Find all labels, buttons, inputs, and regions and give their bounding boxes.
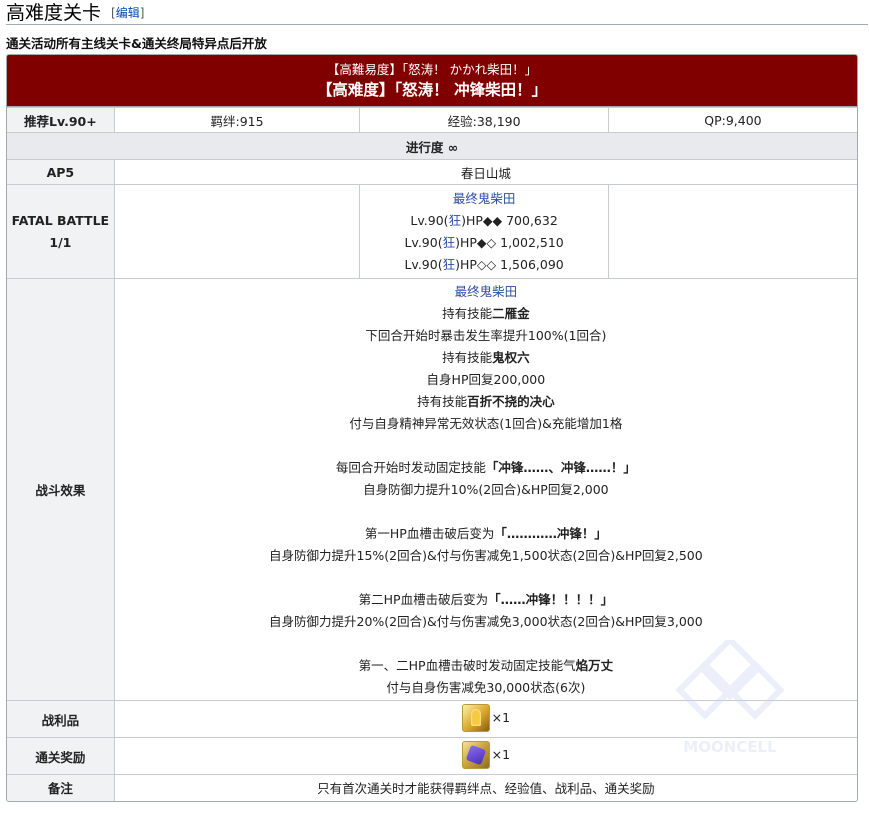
skill-3: 持有技能百折不挠的决心 (417, 393, 555, 409)
edit-link[interactable]: 编辑 (116, 6, 140, 20)
break-1-desc: 自身防御力提升15%(2回合)&付与伤害减免1,500状态(2回合)&HP回复2… (269, 547, 703, 563)
enemy-hp-line-2: Lv.90(狂)HP◆◇ 1,002,510 (404, 234, 564, 250)
enemy-slot-1 (113, 184, 361, 279)
fixed-skill-1: 每回合开始时发动固定技能「冲锋……、冲锋……！」 (335, 459, 636, 475)
enemy-slot-2: 最终鬼柴田 Lv.90(狂)HP◆◆ 700,632 Lv.90(狂)HP◆◇ … (359, 184, 609, 279)
skill-1-desc: 下回合开始时暴击发生率提升100%(1回合) (365, 327, 607, 343)
loot: ×1 (113, 700, 857, 738)
final-skill: 第一、二HP血槽击破时发动固定技能气焰万丈 (358, 657, 614, 673)
note-label: 备注 (7, 774, 115, 801)
enemy-name-link[interactable]: 最终鬼柴田 (453, 191, 516, 206)
fixed-skill-1-desc: 自身防御力提升10%(2回合)&HP回复2,000 (363, 481, 609, 497)
class-link[interactable]: 狂 (449, 213, 462, 228)
battle-effects: 最终鬼柴田 持有技能二雁金 下回合开始时暴击发生率提升100%(1回合) 持有技… (113, 278, 857, 701)
recommend-level: 推荐Lv.90+ (7, 107, 115, 133)
skill-2: 持有技能鬼权六 (442, 349, 530, 365)
note-text: 只有首次通关时才能获得羁绊点、经验值、战利品、通关奖励 (113, 774, 857, 801)
quest-location: 春日山城 (113, 159, 857, 185)
quest-table: 推荐Lv.90+ 羁绊:915 经验:38,190 QP:9,400 进行度 ∞… (7, 107, 857, 801)
enemy-slot-3 (607, 184, 857, 279)
class-link[interactable]: 狂 (443, 235, 456, 250)
progress-header: 进行度 ∞ (7, 132, 857, 160)
final-skill-desc: 付与自身伤害减免30,000状态(6次) (386, 679, 586, 695)
enemy-hp-line-1: Lv.90(狂)HP◆◆ 700,632 (410, 212, 558, 228)
enemy-hp-line-3: Lv.90(狂)HP◇◇ 1,506,090 (404, 256, 564, 272)
loot-label: 战利品 (7, 700, 115, 738)
clear-reward: ×1 (113, 737, 857, 775)
unlock-condition: 通关活动所有主线关卡&通关终局特异点后开放 (6, 36, 267, 51)
reward-item-icon[interactable] (461, 740, 490, 769)
ap-cost: AP5 (7, 159, 115, 185)
loot-item-icon[interactable] (461, 703, 490, 732)
break-2-desc: 自身防御力提升20%(2回合)&付与伤害减免3,000状态(2回合)&HP回复3… (269, 613, 703, 629)
skill-2-desc: 自身HP回复200,000 (426, 371, 546, 387)
quest-title-cn: 【高难度】「怒涛！ 冲锋柴田！」 (316, 80, 548, 99)
clear-reward-label: 通关奖励 (7, 737, 115, 775)
battle-label: FATAL BATTLE 1/1 (7, 184, 115, 279)
bond-points: 羁绊:915 (113, 107, 361, 133)
quest-title-jp: 【高難易度】「怒涛！ かかれ柴田！」 (326, 61, 538, 77)
qp-reward: QP:9,400 (607, 107, 857, 133)
effects-enemy-link[interactable]: 最终鬼柴田 (455, 284, 518, 299)
section-title: 高难度关卡 (6, 2, 102, 24)
exp-points: 经验:38,190 (359, 107, 609, 133)
break-1: 第一HP血槽击破后变为「…………冲锋！」 (364, 525, 607, 541)
quest-card: 【高難易度】「怒涛！ かかれ柴田！」 【高难度】「怒涛！ 冲锋柴田！」 推荐Lv… (6, 54, 858, 802)
section-heading: 高难度关卡 [编辑] (6, 0, 868, 25)
edit-link-wrapper: [编辑] (111, 6, 145, 20)
break-2: 第二HP血槽击破后变为「……冲锋！！！！」 (358, 591, 614, 607)
quest-banner: 【高難易度】「怒涛！ かかれ柴田！」 【高难度】「怒涛！ 冲锋柴田！」 (7, 55, 857, 107)
skill-3-desc: 付与自身精神异常无效状态(1回合)&充能增加1格 (349, 415, 623, 431)
class-link[interactable]: 狂 (443, 257, 456, 272)
skill-1: 持有技能二雁金 (442, 305, 530, 321)
battle-effects-label: 战斗效果 (7, 278, 115, 701)
